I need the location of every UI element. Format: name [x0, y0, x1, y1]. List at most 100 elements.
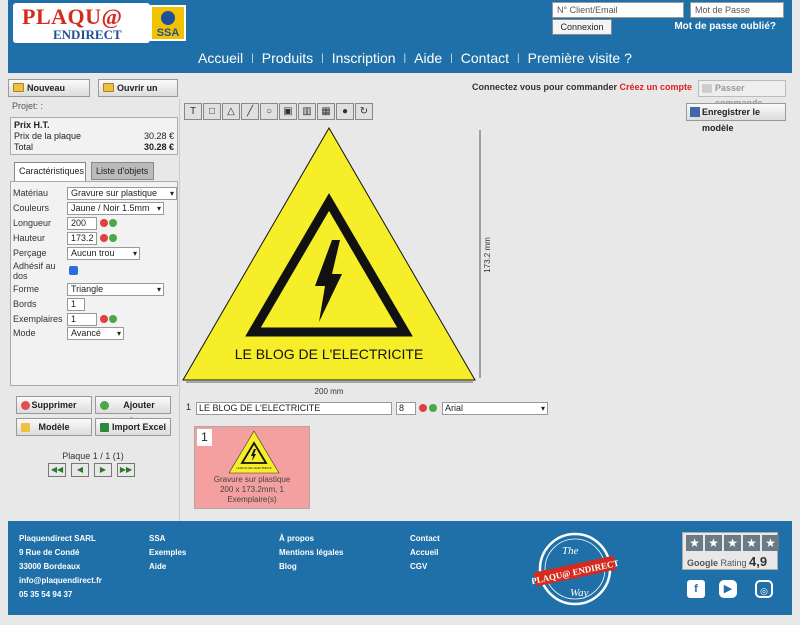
star-icon: ★: [686, 535, 703, 551]
facebook-icon[interactable]: f: [687, 580, 705, 598]
password-input[interactable]: Mot de Passe: [690, 2, 784, 18]
tab-caracteristiques[interactable]: Caractéristiques: [14, 162, 86, 181]
width-dimension-label: 200 mm: [315, 387, 344, 396]
bords-input[interactable]: 1: [67, 298, 85, 311]
percage-select[interactable]: Aucun trou ▾: [67, 247, 140, 260]
price-plaque-value: 30.28 €: [143, 131, 174, 141]
rotate-tool-icon[interactable]: ↻: [355, 103, 373, 120]
percage-value: Aucun trou: [71, 248, 115, 258]
next-page-icon[interactable]: ▶: [94, 463, 112, 477]
nav-aide[interactable]: Aide: [414, 50, 442, 68]
instagram-icon[interactable]: ◎: [755, 580, 773, 598]
chevron-down-icon: ▾: [156, 204, 161, 213]
import-excel-button[interactable]: Import Excel: [95, 418, 171, 436]
forgot-password-link[interactable]: Mot de passe oublié?: [674, 21, 776, 32]
price-title: Prix H.T.: [14, 120, 50, 130]
create-account-link[interactable]: Créez un compte: [620, 82, 693, 92]
design-canvas[interactable]: LE BLOG DE L'ELECTRICITE 200 mm 173.2 mm: [182, 120, 792, 400]
cart-icon: [702, 84, 712, 93]
couleurs-select[interactable]: Jaune / Noir 1.5mm ▾: [67, 202, 164, 215]
footer-link-aide[interactable]: Aide: [149, 560, 186, 574]
rectangle-tool-icon[interactable]: □: [203, 103, 221, 120]
prev-page-icon[interactable]: ◀: [71, 463, 89, 477]
qrcode-tool-icon[interactable]: ▦: [317, 103, 335, 120]
adhesif-checkbox[interactable]: [69, 266, 78, 275]
footer-link-mentions[interactable]: Mentions légales: [279, 546, 343, 560]
decrease-icon[interactable]: [100, 219, 108, 227]
footer-link-exemples[interactable]: Exemples: [149, 546, 186, 560]
triangle-tool-icon[interactable]: △: [222, 103, 240, 120]
first-page-icon[interactable]: ◀◀: [48, 463, 66, 477]
footer-link-ssa[interactable]: SSA: [149, 532, 186, 546]
forme-select[interactable]: Triangle ▾: [67, 283, 164, 296]
longueur-input[interactable]: 200: [67, 217, 97, 230]
font-select[interactable]: Arial ▾: [442, 402, 548, 415]
total-value: 30.28 €: [143, 142, 174, 152]
footer-email-link[interactable]: info@plaquendirect.fr: [19, 574, 102, 588]
footer-link-accueil[interactable]: Accueil: [410, 546, 440, 560]
sign-preview: LE BLOG DE L'ELECTRICITE 200 mm 173.2 mm: [182, 127, 492, 396]
plaquendirect-logo[interactable]: PLAQU@ ENDIRECT: [13, 3, 150, 43]
open-project-button[interactable]: Ouvrir un projet: [98, 79, 178, 109]
barcode-tool-icon[interactable]: ▥: [298, 103, 316, 120]
thumbnail-number: 1: [197, 429, 212, 446]
site-footer: Plaquendirect SARL 9 Rue de Condé 33000 …: [8, 521, 792, 615]
plate-thumbnail[interactable]: 1 LE BLOG DE L'ELECTRICITE Gravure sur p…: [194, 426, 310, 509]
model-button[interactable]: Modèle: [16, 418, 92, 436]
add-plate-button[interactable]: Ajouter plaque: [95, 396, 171, 426]
exemplaires-input[interactable]: 1: [67, 313, 97, 326]
text-object-input[interactable]: LE BLOG DE L'ELECTRICITE: [196, 402, 392, 415]
increase-icon[interactable]: [109, 234, 117, 242]
nav-produits[interactable]: Produits: [262, 50, 313, 68]
footer-address: 9 Rue de Condé: [19, 548, 80, 557]
nav-inscription[interactable]: Inscription: [332, 50, 396, 68]
footer-link-a-propos[interactable]: À propos: [279, 532, 343, 546]
client-email-input[interactable]: N° Client/Email: [552, 2, 684, 18]
connect-button[interactable]: Connexion: [552, 19, 612, 35]
text-size-input[interactable]: 8: [396, 402, 416, 415]
save-icon: [690, 107, 700, 117]
save-model-button[interactable]: Enregistrer le modèle: [686, 103, 786, 133]
hauteur-input[interactable]: 173.2: [67, 232, 97, 245]
footer-link-cgv[interactable]: CGV: [410, 560, 440, 574]
new-project-button[interactable]: Nouveau projet: [8, 79, 90, 109]
forme-value: Triangle: [71, 284, 104, 294]
footer-link-contact[interactable]: Contact: [410, 532, 440, 546]
line-tool-icon[interactable]: ╱: [241, 103, 259, 120]
thumbnail-caption-line2: 200 x 173.2mm, 1: [219, 485, 285, 494]
font-value: Arial: [445, 403, 464, 413]
fill-tool-icon[interactable]: ●: [336, 103, 354, 120]
materiau-value: Gravure sur plastique: [71, 188, 158, 198]
percage-label: Perçage: [13, 248, 47, 258]
delete-button[interactable]: Supprimer: [16, 396, 92, 414]
price-box: Prix H.T. Prix de la plaque 30.28 € Tota…: [10, 117, 178, 155]
last-page-icon[interactable]: ▶▶: [117, 463, 135, 477]
adhesif-label-line1: Adhésif au: [13, 261, 56, 271]
image-tool-icon[interactable]: ▣: [279, 103, 297, 120]
increase-icon[interactable]: [109, 315, 117, 323]
materiau-select[interactable]: Gravure sur plastique ▾: [67, 187, 177, 200]
circle-tool-icon[interactable]: ○: [260, 103, 278, 120]
decrease-icon[interactable]: [100, 234, 108, 242]
couleurs-label: Couleurs: [13, 203, 50, 213]
google-rating-badge[interactable]: ★ ★ ★ ★ ★ Google Rating 4,9: [682, 532, 779, 570]
nav-contact[interactable]: Contact: [461, 50, 509, 68]
logo-text-bottom: ENDIRECT: [53, 27, 122, 42]
increase-icon[interactable]: [429, 404, 437, 412]
decrease-icon[interactable]: [100, 315, 108, 323]
increase-icon[interactable]: [109, 219, 117, 227]
mode-select[interactable]: Avancé ▾: [67, 327, 124, 340]
mode-value: Avancé: [71, 328, 101, 338]
text-tool-icon[interactable]: T: [184, 103, 202, 120]
youtube-icon[interactable]: ▶: [719, 580, 737, 598]
nav-accueil[interactable]: Accueil: [198, 50, 243, 68]
footer-company-name: Plaquendirect SARL: [19, 534, 96, 543]
footer-link-blog[interactable]: Blog: [279, 560, 343, 574]
tab-liste-objets[interactable]: Liste d'objets: [91, 162, 154, 180]
decrease-icon[interactable]: [419, 404, 427, 412]
ssa-logo[interactable]: SSA: [150, 5, 186, 41]
pass-order-button[interactable]: Passer commande: [698, 80, 786, 108]
price-plaque-label: Prix de la plaque: [14, 131, 82, 141]
nav-premiere-visite[interactable]: Première visite ?: [528, 50, 632, 68]
thumbnail-mini-text: LE BLOG DE L'ELECTRICITE: [237, 466, 272, 470]
